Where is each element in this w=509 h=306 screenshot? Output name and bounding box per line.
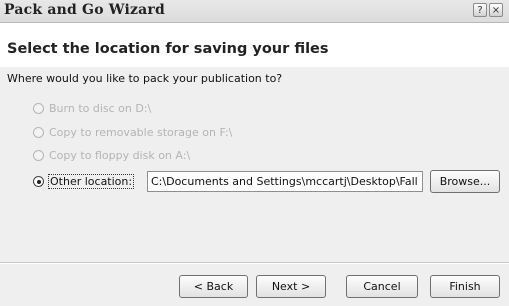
wizard-window: Pack and Go Wizard ? × Select the locati… bbox=[0, 0, 509, 306]
window-title: Pack and Go Wizard bbox=[4, 2, 165, 18]
cancel-button[interactable]: Cancel bbox=[346, 275, 418, 298]
page-title: Select the location for saving your file… bbox=[7, 41, 329, 57]
close-icon: × bbox=[491, 5, 501, 16]
radio-removable-storage[interactable] bbox=[33, 127, 44, 138]
close-button[interactable]: × bbox=[489, 3, 503, 17]
radio-burn-disc[interactable] bbox=[33, 103, 44, 114]
help-button[interactable]: ? bbox=[473, 3, 487, 17]
next-button[interactable]: Next > bbox=[256, 275, 326, 298]
browse-button[interactable]: Browse... bbox=[430, 170, 500, 193]
option-removable-storage-label: Copy to removable storage on F:\ bbox=[49, 126, 233, 139]
back-button[interactable]: < Back bbox=[179, 275, 248, 298]
help-icon: ? bbox=[477, 5, 483, 16]
option-floppy-disk-label: Copy to floppy disk on A:\ bbox=[49, 149, 191, 162]
finish-button[interactable]: Finish bbox=[430, 275, 500, 298]
location-path-input[interactable]: C:\Documents and Settings\mccartj\Deskto… bbox=[147, 171, 423, 192]
title-bar: Pack and Go Wizard ? × bbox=[0, 0, 509, 23]
option-other-location-label: Other location: bbox=[48, 174, 135, 189]
radio-other-location[interactable] bbox=[33, 176, 44, 187]
footer-divider bbox=[0, 262, 509, 264]
radio-floppy-disk[interactable] bbox=[33, 150, 44, 161]
option-burn-disc-label: Burn to disc on D:\ bbox=[49, 102, 152, 115]
question-text: Where would you like to pack your public… bbox=[7, 72, 283, 85]
